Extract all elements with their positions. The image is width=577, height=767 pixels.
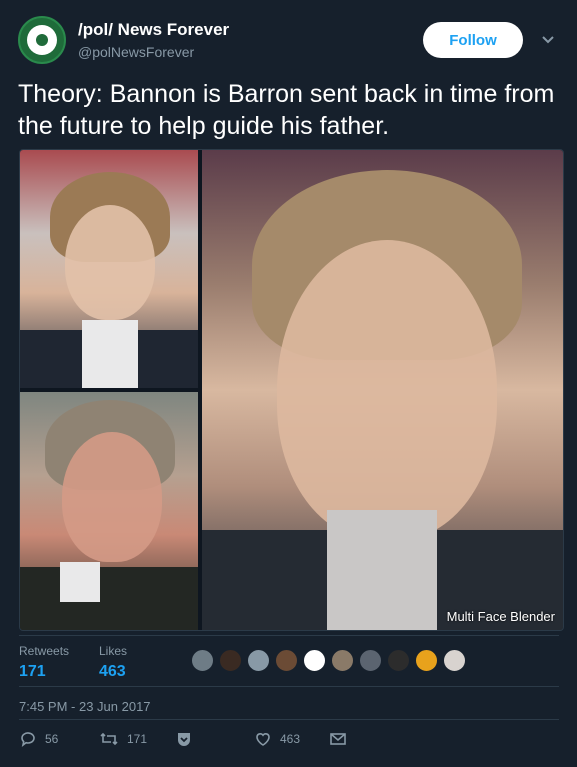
reply-button[interactable]: 56 [19,730,58,748]
message-button[interactable] [329,730,347,748]
envelope-icon [330,733,346,745]
tweet-media[interactable]: Multi Face Blender [19,149,564,631]
reply-icon [21,732,35,747]
like-button[interactable]: 463 [254,730,300,748]
retweet-button[interactable]: 171 [99,730,147,748]
liker-avatar[interactable] [246,648,271,673]
avatar-emblem [27,25,57,55]
tweet-text: Theory: Bannon is Barron sent back in ti… [18,80,555,140]
like-count: 463 [280,732,301,746]
tweet-timestamp[interactable]: 7:45 PM - 23 Jun 2017 [19,699,151,714]
retweets-label: Retweets [19,644,70,658]
avatar[interactable] [18,16,66,64]
watermark-text: Multi Face Blender [446,609,555,624]
retweet-icon [100,732,118,746]
divider [19,686,559,687]
liker-avatar[interactable] [330,648,355,673]
shield-icon [178,733,190,746]
liker-avatar[interactable] [414,648,439,673]
likes-label: Likes [99,644,128,658]
retweets-count[interactable]: 171 [19,663,69,681]
chevron-down-icon[interactable] [539,30,557,48]
liker-avatar[interactable] [218,648,243,673]
liker-avatar[interactable] [386,648,411,673]
account-name[interactable]: /pol/ News Forever [78,20,229,40]
follow-button[interactable]: Follow [423,22,523,58]
shield-button[interactable] [175,730,193,748]
heart-icon [256,733,270,746]
account-handle[interactable]: @polNewsForever [78,44,194,60]
retweet-count: 171 [127,732,148,746]
liker-avatar[interactable] [442,648,467,673]
reply-count: 56 [45,732,59,746]
liker-avatar[interactable] [274,648,299,673]
liker-avatar[interactable] [358,648,383,673]
divider [19,635,559,636]
photo-blended[interactable]: Multi Face Blender [202,150,563,630]
likes-count[interactable]: 463 [99,663,127,681]
retweet-stat[interactable]: Retweets 171 [19,644,69,681]
liker-avatar[interactable] [302,648,327,673]
divider [19,719,559,720]
tweet-header: /pol/ News Forever @polNewsForever Follo… [18,14,559,70]
liker-avatar[interactable] [190,648,215,673]
photo-top-left[interactable] [20,150,198,388]
photo-bottom-left[interactable] [20,392,198,630]
likes-stat[interactable]: Likes 463 [99,644,127,681]
